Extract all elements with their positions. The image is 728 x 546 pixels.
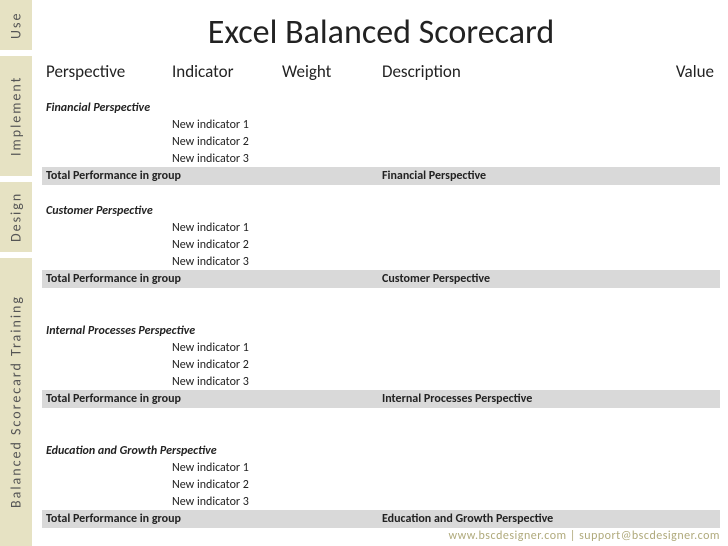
total-label: Total Performance in group [42, 512, 282, 526]
indicator-label: New indicator 2 [172, 135, 282, 149]
indicator-label: New indicator 2 [172, 358, 282, 372]
group-title-row: Education and Growth Perspective [42, 442, 720, 459]
sidebar-tab-use[interactable]: Use [0, 0, 32, 50]
indicator-label: New indicator 1 [172, 461, 282, 475]
page-title: Excel Balanced Scorecard [42, 12, 720, 53]
main-content: Excel Balanced Scorecard Perspective Ind… [38, 0, 728, 546]
total-label: Total Performance in group [42, 169, 282, 183]
col-header-weight: Weight [282, 61, 382, 82]
group-title: Education and Growth Perspective [42, 444, 217, 458]
total-row: Total Performance in group Internal Proc… [42, 390, 720, 408]
total-desc: Education and Growth Perspective [382, 512, 660, 526]
total-desc: Customer Perspective [382, 272, 660, 286]
total-row: Total Performance in group Financial Per… [42, 167, 720, 185]
total-label: Total Performance in group [42, 272, 282, 286]
col-header-value: Value [660, 61, 720, 82]
group-title: Customer Perspective [42, 204, 153, 218]
indicator-label: New indicator 1 [172, 221, 282, 235]
indicator-label: New indicator 2 [172, 478, 282, 492]
group-title: Internal Processes Perspective [42, 324, 195, 338]
table-header: Perspective Indicator Weight Description… [42, 61, 720, 82]
indicator-row: New indicator 2 [42, 356, 720, 373]
group-title-row: Customer Perspective [42, 202, 720, 219]
indicator-row: New indicator 1 [42, 116, 720, 133]
indicator-label: New indicator 3 [172, 375, 282, 389]
total-desc: Financial Perspective [382, 169, 660, 183]
indicator-row: New indicator 2 [42, 133, 720, 150]
group-title-row: Financial Perspective [42, 99, 720, 116]
indicator-label: New indicator 2 [172, 238, 282, 252]
indicator-row: New indicator 3 [42, 253, 720, 270]
footer-text: www.bscdesigner.com | support@bscdesigne… [448, 529, 720, 543]
total-label: Total Performance in group [42, 392, 282, 406]
sidebar-tab-design[interactable]: Design [0, 182, 32, 252]
indicator-row: New indicator 2 [42, 236, 720, 253]
total-row: Total Performance in group Education and… [42, 510, 720, 528]
scorecard-table: Perspective Indicator Weight Description… [42, 61, 720, 528]
indicator-label: New indicator 3 [172, 255, 282, 269]
total-row: Total Performance in group Customer Pers… [42, 270, 720, 288]
sidebar: Use Implement Design Balanced Scorecard … [0, 0, 32, 546]
group-title: Financial Perspective [42, 101, 150, 115]
indicator-row: New indicator 1 [42, 459, 720, 476]
indicator-label: New indicator 1 [172, 118, 282, 132]
total-desc: Internal Processes Perspective [382, 392, 660, 406]
col-header-description: Description [382, 61, 660, 82]
sidebar-tab-implement[interactable]: Implement [0, 56, 32, 176]
col-header-perspective: Perspective [42, 61, 172, 82]
sidebar-tab-training[interactable]: Balanced Scorecard Training [0, 258, 32, 546]
group-title-row: Internal Processes Perspective [42, 322, 720, 339]
indicator-row: New indicator 2 [42, 476, 720, 493]
indicator-row: New indicator 3 [42, 493, 720, 510]
col-header-indicator: Indicator [172, 61, 282, 82]
indicator-row: New indicator 3 [42, 373, 720, 390]
indicator-row: New indicator 3 [42, 150, 720, 167]
indicator-label: New indicator 3 [172, 495, 282, 509]
indicator-label: New indicator 3 [172, 152, 282, 166]
indicator-row: New indicator 1 [42, 219, 720, 236]
indicator-label: New indicator 1 [172, 341, 282, 355]
indicator-row: New indicator 1 [42, 339, 720, 356]
